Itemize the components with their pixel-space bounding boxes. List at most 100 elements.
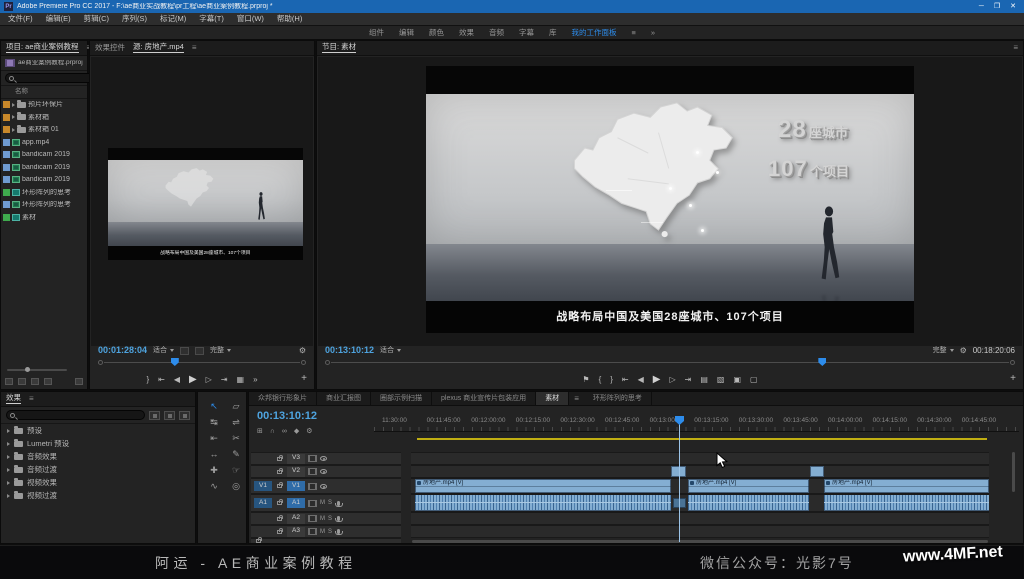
source-patch-empty[interactable] [254,514,272,524]
step-forward-button[interactable]: ▷ [206,376,212,384]
solo-button[interactable]: S [328,529,332,535]
sequence-tab[interactable]: 众邦银行形象片 [249,392,317,405]
project-item-clip[interactable]: bandicam 2019 [1,161,87,174]
track-select-tool[interactable]: ▱ [228,400,244,413]
timeline-clip-video[interactable]: 房地产.mp4 [V] [415,479,671,493]
type-tool[interactable]: ∿ [206,480,222,493]
sequence-tab[interactable]: 商业汇报图 [317,392,371,405]
effects-folder[interactable]: 音频过渡 [1,463,195,476]
menu-titles[interactable]: 字幕(T) [199,15,224,23]
effects-folder[interactable]: Lumetri 预设 [1,437,195,450]
sequence-tab[interactable]: 圈部示例扫描 [371,392,432,405]
timeline-clip-video[interactable]: 房地产.mp4 [V] [824,479,989,493]
rate-stretch-tool[interactable]: ⇤ [206,432,222,445]
timeline-clip-audio[interactable] [415,495,671,511]
expand-arrow-icon[interactable] [7,467,10,472]
track-target-v2[interactable]: V2 [287,466,305,477]
panel-menu-icon[interactable]: ≡ [569,394,584,403]
export-frame-button[interactable]: ▣ [733,376,741,384]
source-patch-empty[interactable] [254,454,272,464]
menu-markers[interactable]: 标记(M) [160,15,186,23]
mute-button[interactable]: M [320,500,325,506]
timeline-settings-icon[interactable]: ⚙ [306,428,312,435]
track-target-v1[interactable]: V1 [287,481,305,491]
track-target-a1[interactable]: A1 [287,498,305,508]
lock-icon[interactable] [277,499,283,505]
expand-arrow-icon[interactable] [7,428,10,433]
track-visibility-icon[interactable] [320,456,327,461]
go-to-out-button[interactable]: ⇥ [685,376,692,384]
settings-grid-icon[interactable] [180,346,190,355]
label-swatch[interactable] [3,101,10,109]
button-editor-add[interactable]: + [1010,374,1016,384]
lock-icon[interactable] [277,454,283,461]
track-lane-v3[interactable] [411,452,989,465]
source-patch-empty[interactable] [254,467,272,477]
track-header-a1[interactable]: A1 A1 M S [251,494,401,512]
effects-search-input[interactable] [17,411,141,419]
lock-icon[interactable] [277,467,283,474]
workspace-menu-icon[interactable]: ≡ [631,29,635,37]
sequence-tab[interactable]: plexus 商业宣传片包装应用 [432,392,537,405]
32bit-effects-filter-icon[interactable] [164,410,175,420]
lock-icon[interactable] [277,514,283,521]
tab-effects[interactable]: 效果 [6,394,21,405]
project-item-clip[interactable]: app.mp4 [1,136,87,149]
workspace-effects[interactable]: 效果 [459,29,474,37]
track-visibility-icon[interactable] [320,469,327,474]
track-visibility-icon[interactable] [320,483,327,489]
mark-out-button[interactable]: } [146,376,149,384]
zoom-tool[interactable]: ◎ [228,480,244,493]
more-buttons-icon[interactable]: » [253,376,257,384]
ycbcr-effects-filter-icon[interactable] [179,410,190,420]
workspace-custom-active[interactable]: 我的工作面板 [571,29,616,37]
sync-lock-icon[interactable] [308,482,317,490]
rolling-edit-tool[interactable]: ⇌ [228,416,244,429]
effects-folder[interactable]: 视频过渡 [1,489,195,502]
step-back-button[interactable]: ◀ [174,376,180,384]
source-patch-a1[interactable]: A1 [254,498,272,508]
timeline-clip-v2[interactable] [810,466,824,477]
expand-arrow-icon[interactable] [7,480,10,485]
button-editor-add[interactable]: + [301,374,307,384]
solo-button[interactable]: S [328,500,332,506]
timeline-clip-audio[interactable] [688,495,809,511]
program-scrubber[interactable] [325,358,1015,366]
sync-lock-icon[interactable] [308,468,317,475]
workspace-audio[interactable]: 音频 [489,29,504,37]
timeline-horizontal-scrollbar[interactable] [412,540,988,543]
sync-lock-icon[interactable] [308,515,317,522]
project-item-clip[interactable]: bandicam 2019 [1,174,87,187]
add-marker-button[interactable]: ⚑ [582,376,589,384]
trash-icon[interactable] [75,378,83,385]
lock-icon[interactable] [277,482,283,488]
sync-lock-icon[interactable] [308,455,317,462]
pen-tool[interactable]: ✎ [228,448,244,461]
label-swatch[interactable] [3,151,10,159]
settings-wrench-icon[interactable]: ⚙ [299,346,306,355]
list-view-icon[interactable] [5,378,13,385]
sequence-tab-active[interactable]: 素材 [536,392,570,405]
play-button[interactable]: ▶ [653,375,661,385]
linked-selection-icon[interactable]: ∞ [282,428,287,435]
tab-program[interactable]: 节目: 素材 [322,43,357,54]
track-header-v2[interactable]: V2 [251,465,401,478]
project-item-bin[interactable]: 素材箱 [1,111,87,124]
panel-menu-icon[interactable]: ≡ [29,395,34,403]
accelerated-effects-filter-icon[interactable] [149,410,160,420]
program-playhead[interactable] [818,358,827,366]
effects-folder[interactable]: 音频效果 [1,450,195,463]
close-button[interactable]: ✕ [1010,3,1016,10]
maximize-button[interactable]: ❐ [994,3,1000,10]
source-patch-v1[interactable]: V1 [254,481,272,491]
timeline-vertical-scrollbar[interactable] [1012,452,1015,492]
go-to-out-button[interactable]: ⇥ [221,376,228,384]
expand-arrow-icon[interactable] [7,493,10,498]
track-lane-v2[interactable] [411,465,989,478]
workspace-titles[interactable]: 字幕 [519,29,534,37]
voiceover-mic-icon[interactable] [335,516,344,522]
workspace-editing[interactable]: 编辑 [399,29,414,37]
go-to-in-button[interactable]: ⇤ [158,376,165,384]
label-swatch[interactable] [3,201,10,209]
track-header-a3[interactable]: A3 M S [251,525,401,538]
